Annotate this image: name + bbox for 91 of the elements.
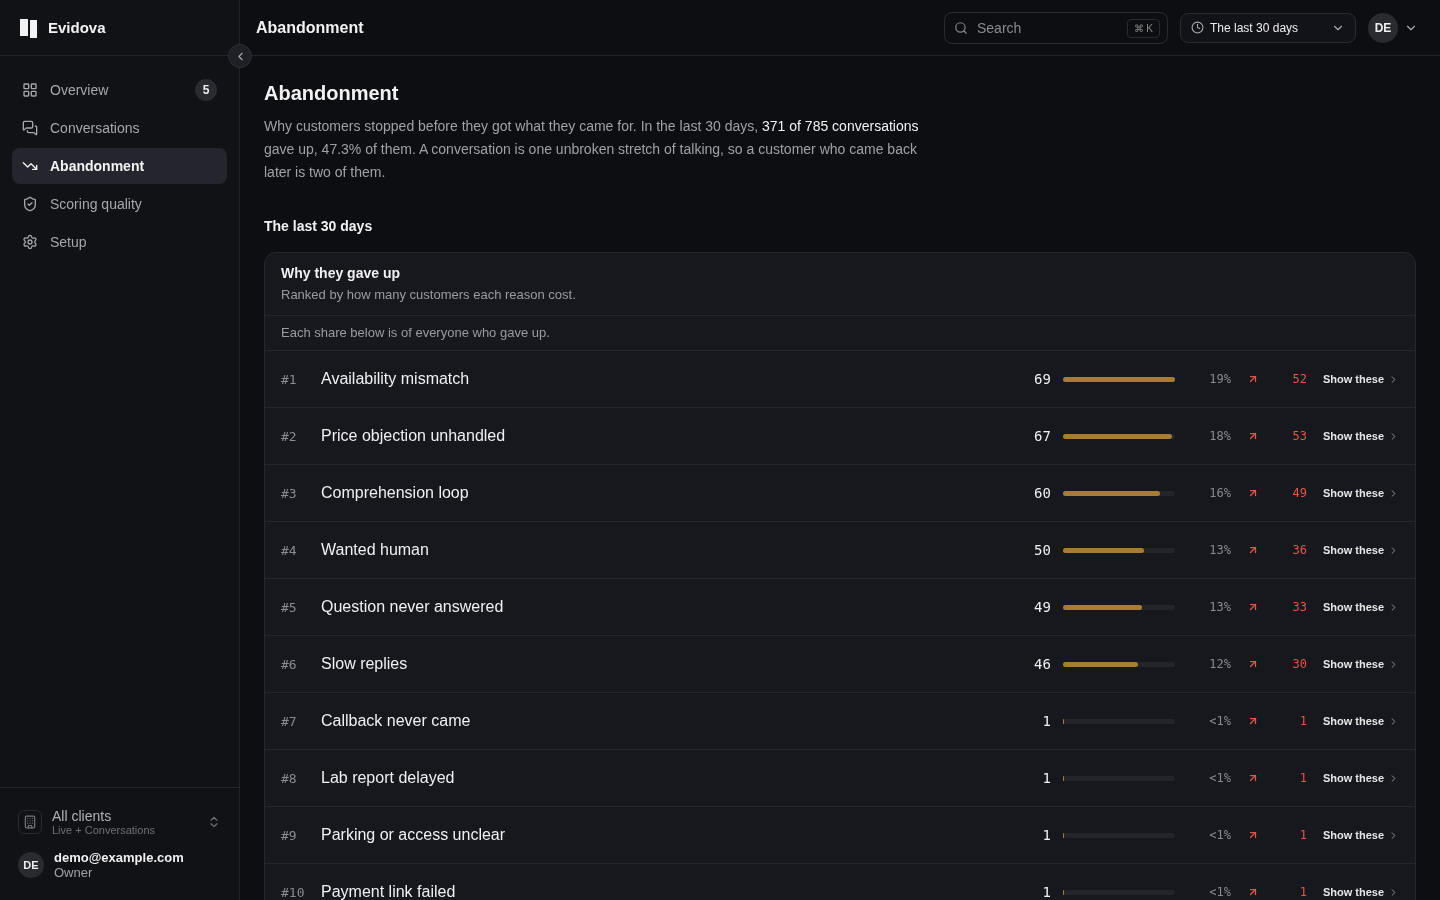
reason-name: Parking or access unclear (321, 826, 507, 844)
count: 49 (1033, 599, 1051, 615)
shield-icon (22, 196, 38, 212)
show-these-link[interactable]: Show these (1322, 715, 1399, 727)
show-these-link[interactable]: Show these (1322, 886, 1399, 898)
page-title: Abandonment (256, 18, 365, 37)
date-range-dropdown[interactable]: The last 30 days (1180, 12, 1356, 43)
share-percent: <1% (1208, 771, 1231, 785)
show-these-link[interactable]: Show these (1322, 601, 1399, 613)
count: 1 (1041, 827, 1051, 843)
share-percent: 18% (1208, 429, 1231, 443)
search-icon (954, 20, 968, 35)
reason-name: Wanted human (321, 541, 430, 559)
count: 1 (1041, 713, 1051, 729)
share-percent: <1% (1208, 885, 1231, 899)
heading: Abandonment (264, 82, 400, 105)
show-these-link[interactable]: Show these (1322, 772, 1399, 784)
card-note: Each share below is of everyone who gave up. (265, 316, 1415, 351)
delta-count: 36 (1291, 543, 1307, 557)
delta-count: 1 (1298, 828, 1307, 842)
rank: #9 (281, 827, 298, 843)
rank: #1 (281, 371, 298, 387)
nav-item[interactable]: Setup (12, 224, 227, 260)
show-these-link[interactable]: Show these (1322, 829, 1399, 841)
show-these-link[interactable]: Show these (1322, 658, 1399, 670)
section-heading: The last 30 days (264, 218, 374, 234)
rank: #2 (281, 428, 298, 444)
share-percent: 12% (1208, 657, 1231, 671)
count: 67 (1033, 428, 1051, 444)
rank: #4 (281, 542, 298, 558)
card-title: Why they gave up (281, 265, 402, 281)
reason-name: Callback never came (321, 712, 472, 730)
share-percent: 13% (1208, 600, 1231, 614)
collapse-button[interactable] (228, 44, 252, 68)
share-percent: 13% (1208, 543, 1231, 557)
delta-count: 49 (1291, 486, 1307, 500)
workspace-switcher[interactable]: All clients Live + Conversations (18, 808, 221, 836)
account-email: demo@example.com (54, 850, 185, 865)
show-these-link[interactable]: Show these (1322, 430, 1399, 442)
rank: #6 (281, 656, 298, 672)
delta-count: 33 (1291, 600, 1307, 614)
building-icon (18, 810, 42, 834)
show-these-link[interactable]: Show these (1322, 487, 1399, 499)
brand-name: Evidova (48, 19, 106, 36)
count: 60 (1033, 485, 1051, 501)
reason-name: Availability mismatch (321, 370, 471, 388)
reason-name: Payment link failed (321, 883, 457, 900)
reason-name: Lab report delayed (321, 769, 456, 787)
reason-name: Question never answered (321, 598, 505, 616)
account-role: Owner (54, 865, 94, 880)
intro-paragraph: Why customers stopped before they got what they came for. In the last 30 days, 371 of 785 conversations gave up, 47.3% of them. A conversation is one unbroken stretch of talking, so a customer who came back later is two of them. (264, 117, 920, 182)
delta-count: 53 (1291, 429, 1307, 443)
count: 1 (1041, 884, 1051, 900)
show-these-link[interactable]: Show these (1322, 373, 1399, 385)
rank: #8 (281, 770, 298, 786)
card-subtitle: Ranked by how many customers each reason cost. (281, 287, 577, 302)
workspace-name: All clients (52, 808, 113, 824)
grid-icon (22, 82, 38, 98)
share-percent: <1% (1208, 828, 1231, 842)
logo-icon (20, 17, 38, 38)
share-percent: <1% (1208, 714, 1231, 728)
nav-item[interactable]: Abandonment (12, 148, 227, 184)
share-percent: 16% (1208, 486, 1231, 500)
avatar: DE (18, 852, 44, 878)
rank: #10 (281, 884, 306, 900)
nav-item[interactable]: Scoring quality (12, 186, 227, 222)
delta-count: 1 (1298, 771, 1307, 785)
nav-item[interactable]: Overview 5 (12, 72, 227, 108)
reason-name: Price objection unhandled (321, 427, 507, 445)
shortcut-hint: ⌘ K (1126, 18, 1160, 38)
delta-count: 1 (1298, 714, 1307, 728)
count: 1 (1041, 770, 1051, 786)
workspace-subtitle: Live + Conversations (52, 824, 157, 836)
show-these-link[interactable]: Show these (1322, 544, 1399, 556)
delta-count: 52 (1291, 372, 1307, 386)
count: 50 (1033, 542, 1051, 558)
clock-icon (1191, 21, 1204, 34)
settings-icon (22, 234, 38, 250)
rank: #5 (281, 599, 298, 615)
rank: #7 (281, 713, 298, 729)
rank: #3 (281, 485, 298, 501)
count: 69 (1033, 371, 1051, 387)
reason-name: Comprehension loop (321, 484, 470, 502)
delta-count: 30 (1291, 657, 1307, 671)
share-percent: 19% (1208, 372, 1231, 386)
reason-name: Slow replies (321, 655, 409, 673)
chat-icon (22, 120, 38, 136)
count: 46 (1033, 656, 1051, 672)
nav-item[interactable]: Conversations (12, 110, 227, 146)
delta-count: 1 (1298, 885, 1307, 899)
count-badge: 5 (195, 79, 217, 101)
